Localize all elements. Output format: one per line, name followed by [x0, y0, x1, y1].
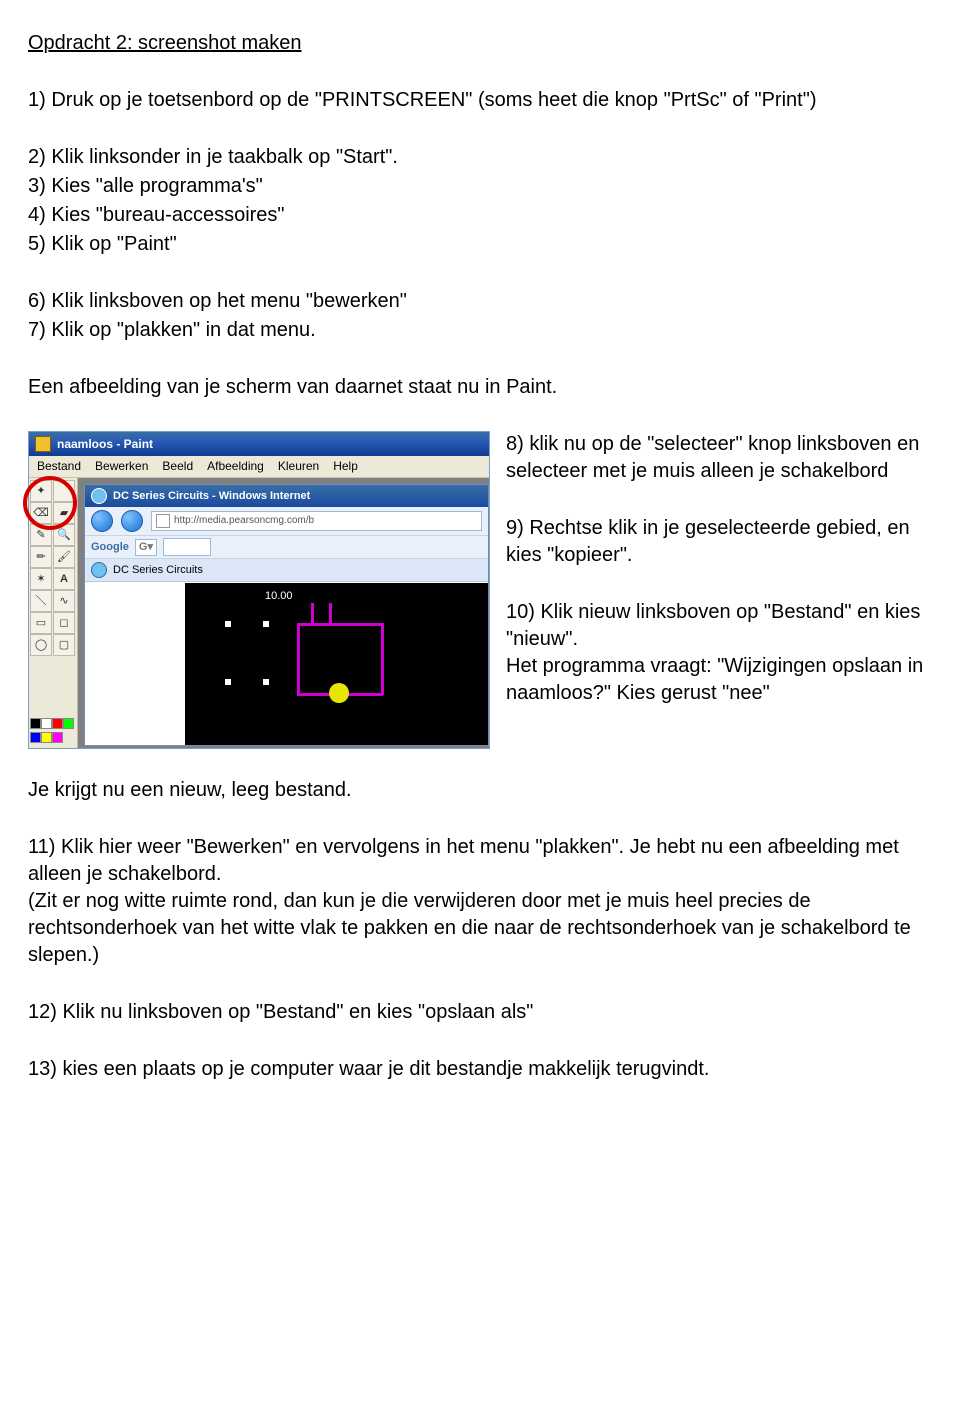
toolbox-colors: [30, 718, 76, 746]
google-logo: Google: [91, 540, 129, 555]
step-8: 8) klik nu op de "selecteer" knop linksb…: [506, 431, 932, 485]
image-and-steps-row: naamloos - Paint Bestand Bewerken Beeld …: [28, 431, 932, 749]
paint-toolbox: ✦ ⌫ ▰ ✎ 🔍 ✏ 🖌 ✶ A ＼ ∿ ▭ ◻ ◯: [29, 478, 78, 748]
step-5: 5) Klik op "Paint": [28, 231, 932, 258]
picker-tool[interactable]: ✎: [30, 524, 52, 546]
free-select-tool[interactable]: ✦: [30, 480, 52, 502]
page-icon: [156, 514, 170, 528]
after-paste-text: Een afbeelding van je scherm van daarnet…: [28, 374, 932, 401]
step-13: 13) kies een plaats op je computer waar …: [28, 1056, 932, 1083]
ie-google-bar: Google G▾: [85, 536, 488, 559]
google-search-input[interactable]: [163, 538, 211, 556]
menu-bestand[interactable]: Bestand: [37, 458, 81, 474]
color-red[interactable]: [52, 718, 63, 729]
ie-window: DC Series Circuits - Windows Internet ht…: [84, 484, 489, 746]
step-7: 7) Klik op "plakken" in dat menu.: [28, 317, 932, 344]
resistor-lead-1: [311, 603, 314, 625]
wire-right: [381, 623, 384, 695]
color-green[interactable]: [63, 718, 74, 729]
google-g-box[interactable]: G▾: [135, 539, 157, 556]
assignment-title: Opdracht 2: screenshot maken: [28, 30, 932, 57]
paint-window: naamloos - Paint Bestand Bewerken Beeld …: [28, 431, 490, 749]
curve-tool[interactable]: ∿: [53, 590, 75, 612]
fill-tool[interactable]: ▰: [53, 502, 75, 524]
menu-beeld[interactable]: Beeld: [162, 458, 193, 474]
step-group-2-5: 2) Klik linksonder in je taakbalk op "St…: [28, 144, 932, 258]
eraser-tool[interactable]: ⌫: [30, 502, 52, 524]
menu-help[interactable]: Help: [333, 458, 358, 474]
tab-favicon: [91, 562, 107, 578]
ie-address-bar[interactable]: http://media.pearsoncmg.com/b: [151, 511, 482, 531]
step-1: 1) Druk op je toetsenbord op de "PRINTSC…: [28, 87, 932, 114]
brush-tool[interactable]: 🖌: [53, 546, 75, 568]
color-yellow[interactable]: [41, 732, 52, 743]
step-2: 2) Klik linksonder in je taakbalk op "St…: [28, 144, 932, 171]
paint-titlebar: naamloos - Paint: [29, 432, 489, 456]
paint-app-icon: [35, 436, 51, 452]
line-tool[interactable]: ＼: [30, 590, 52, 612]
spray-tool[interactable]: ✶: [30, 568, 52, 590]
menu-afbeelding[interactable]: Afbeelding: [207, 458, 264, 474]
paint-body: ✦ ⌫ ▰ ✎ 🔍 ✏ 🖌 ✶ A ＼ ∿ ▭ ◻ ◯: [29, 478, 489, 748]
menu-kleuren[interactable]: Kleuren: [278, 458, 319, 474]
step-10: 10) Klik nieuw linksboven op "Bestand" e…: [506, 599, 932, 707]
color-blue[interactable]: [30, 732, 41, 743]
roundrect-tool[interactable]: ▢: [53, 634, 75, 656]
rect-tool[interactable]: ▭: [30, 612, 52, 634]
document-page: Opdracht 2: screenshot maken 1) Druk op …: [0, 0, 960, 1416]
step-3: 3) Kies "alle programma's": [28, 173, 932, 200]
step-12: 12) Klik nu linksboven op "Bestand" en k…: [28, 999, 932, 1026]
node-2: [263, 621, 269, 627]
source-node: [329, 683, 349, 703]
node-5: [263, 679, 269, 685]
zoom-tool[interactable]: 🔍: [53, 524, 75, 546]
paint-menubar: Bestand Bewerken Beeld Afbeelding Kleure…: [29, 456, 489, 478]
node-4: [225, 679, 231, 685]
step-11: 11) Klik hier weer "Bewerken" en vervolg…: [28, 834, 932, 969]
step-group-6-7: 6) Klik linksboven op het menu "bewerken…: [28, 288, 932, 344]
wire-top: [297, 623, 383, 626]
circuit-value-label: 10.00: [265, 589, 293, 604]
color-white[interactable]: [41, 718, 52, 729]
paint-title-text: naamloos - Paint: [57, 436, 153, 452]
node-1: [225, 621, 231, 627]
pencil-tool[interactable]: ✏: [30, 546, 52, 568]
step-9: 9) Rechtse klik in je geselecteerde gebi…: [506, 515, 932, 569]
ie-title-text: DC Series Circuits - Windows Internet: [113, 489, 310, 504]
ie-url-text: http://media.pearsoncmg.com/b: [174, 514, 314, 528]
color-black[interactable]: [30, 718, 41, 729]
side-steps: 8) klik nu op de "selecteer" knop linksb…: [506, 431, 932, 707]
ie-nav-toolbar: http://media.pearsoncmg.com/b: [85, 507, 488, 536]
new-file-text: Je krijgt nu een nieuw, leeg bestand.: [28, 777, 932, 804]
ie-icon: [91, 488, 107, 504]
rect-select-tool[interactable]: [53, 480, 75, 502]
resistor-lead-2: [329, 603, 332, 625]
wire-left: [297, 623, 300, 695]
ie-forward-button[interactable]: [121, 510, 143, 532]
ie-back-button[interactable]: [91, 510, 113, 532]
step-4: 4) Kies "bureau-accessoires": [28, 202, 932, 229]
paint-screenshot: naamloos - Paint Bestand Bewerken Beeld …: [28, 431, 490, 749]
poly-tool[interactable]: ◻: [53, 612, 75, 634]
ellipse-tool[interactable]: ◯: [30, 634, 52, 656]
paint-canvas[interactable]: DC Series Circuits - Windows Internet ht…: [78, 478, 489, 748]
step-6: 6) Klik linksboven op het menu "bewerken…: [28, 288, 932, 315]
menu-bewerken[interactable]: Bewerken: [95, 458, 148, 474]
ie-tab[interactable]: DC Series Circuits: [85, 559, 488, 582]
color-magenta[interactable]: [52, 732, 63, 743]
ie-tab-text: DC Series Circuits: [113, 563, 203, 578]
text-tool[interactable]: A: [53, 568, 75, 590]
circuit-canvas: 10.00: [185, 583, 488, 745]
ie-titlebar: DC Series Circuits - Windows Internet: [85, 485, 488, 507]
